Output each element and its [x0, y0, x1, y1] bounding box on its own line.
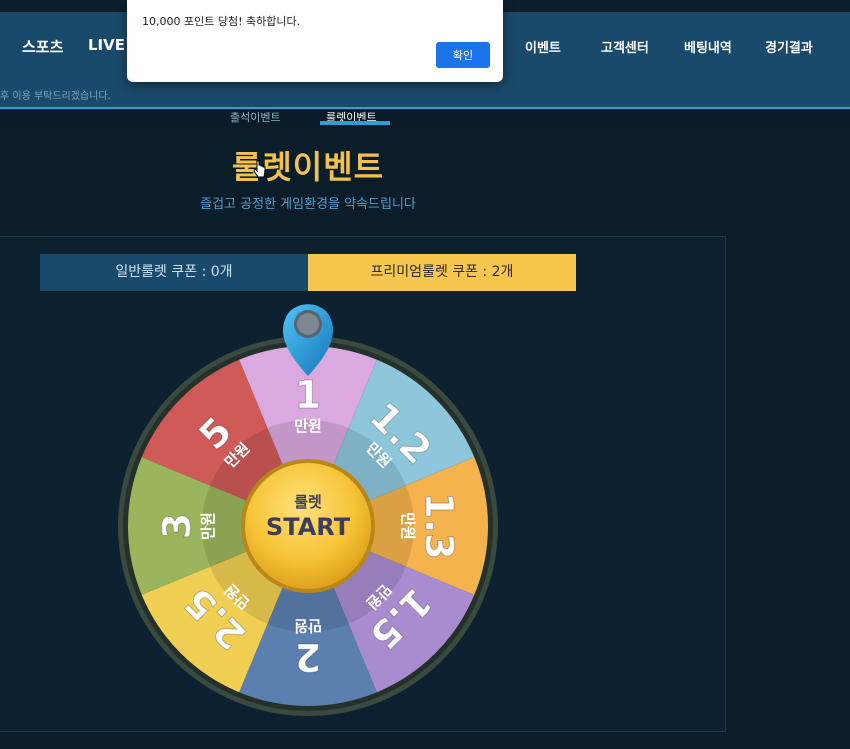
notice-bar: 후 이용 부탁드리겠습니다. [0, 80, 850, 108]
segment-unit: 만원 [399, 512, 417, 540]
tab-attendance-event[interactable]: 출석이벤트 [230, 109, 281, 125]
segment-value: 3 [155, 513, 199, 539]
segment-unit: 만원 [199, 512, 217, 540]
start-button-label[interactable]: START [266, 513, 351, 541]
win-alert-dialog: 10,000 포인트 당첨! 축하합니다. 확인 [127, 0, 503, 82]
dialog-message: 10,000 포인트 당첨! 축하합니다. [142, 15, 301, 28]
normal-coupon-tab[interactable]: 일반룰렛 쿠폰 : 0개 [40, 254, 308, 291]
active-tab-indicator [320, 121, 390, 125]
segment-label: 3 만원 [155, 512, 218, 540]
segment-value: 1 [295, 373, 321, 417]
nav-sports[interactable]: 스포츠 [22, 36, 63, 57]
hand-cursor-icon [253, 160, 266, 178]
nav-customer-center[interactable]: 고객센터 [601, 37, 649, 56]
segment-label: 1만원 [294, 373, 322, 436]
segment-value: 2 [295, 635, 321, 679]
notice-text: 후 이용 부탁드리겠습니다. [0, 91, 111, 102]
event-subnav: 출석이벤트 룰렛이벤트 [0, 109, 850, 127]
nav-live[interactable]: LIVE [88, 36, 125, 54]
nav-game-results[interactable]: 경기결과 [765, 37, 813, 56]
roulette-wheel-container: 1 만원 1.2 만원 1.3 만원 1.5 만원 2 만원 2.5 만원 3 만원 5 만원 룰렛 STAR… [108, 292, 508, 732]
nav-event[interactable]: 이벤트 [525, 37, 561, 56]
nav-betting-history[interactable]: 베팅내역 [684, 37, 732, 56]
start-button-top-label: 룰렛 [294, 493, 322, 511]
segment-unit: 만원 [294, 617, 322, 635]
segment-value: 1.3 [417, 492, 461, 559]
segment-unit: 만원 [294, 417, 322, 435]
dialog-confirm-button[interactable]: 확인 [436, 42, 490, 68]
premium-coupon-tab[interactable]: 프리미엄룰렛 쿠폰 : 2개 [308, 254, 576, 291]
page-subtitle: 즐겁고 공정한 게임환경을 약속드립니다 [200, 197, 416, 212]
roulette-wheel: 1만원 1.2만원1.3만원1.5만원2만원2.5만원3 만원5만원 룰렛 STAR… [118, 304, 498, 716]
page-title: 룰렛이벤트 [231, 148, 385, 186]
segment-label: 2만원 [294, 617, 322, 680]
roulette-event-page: 스포츠 LIVE 이벤트 고객센터 베팅내역 경기결과 후 이용 부탁드리겠습니… [0, 0, 850, 749]
